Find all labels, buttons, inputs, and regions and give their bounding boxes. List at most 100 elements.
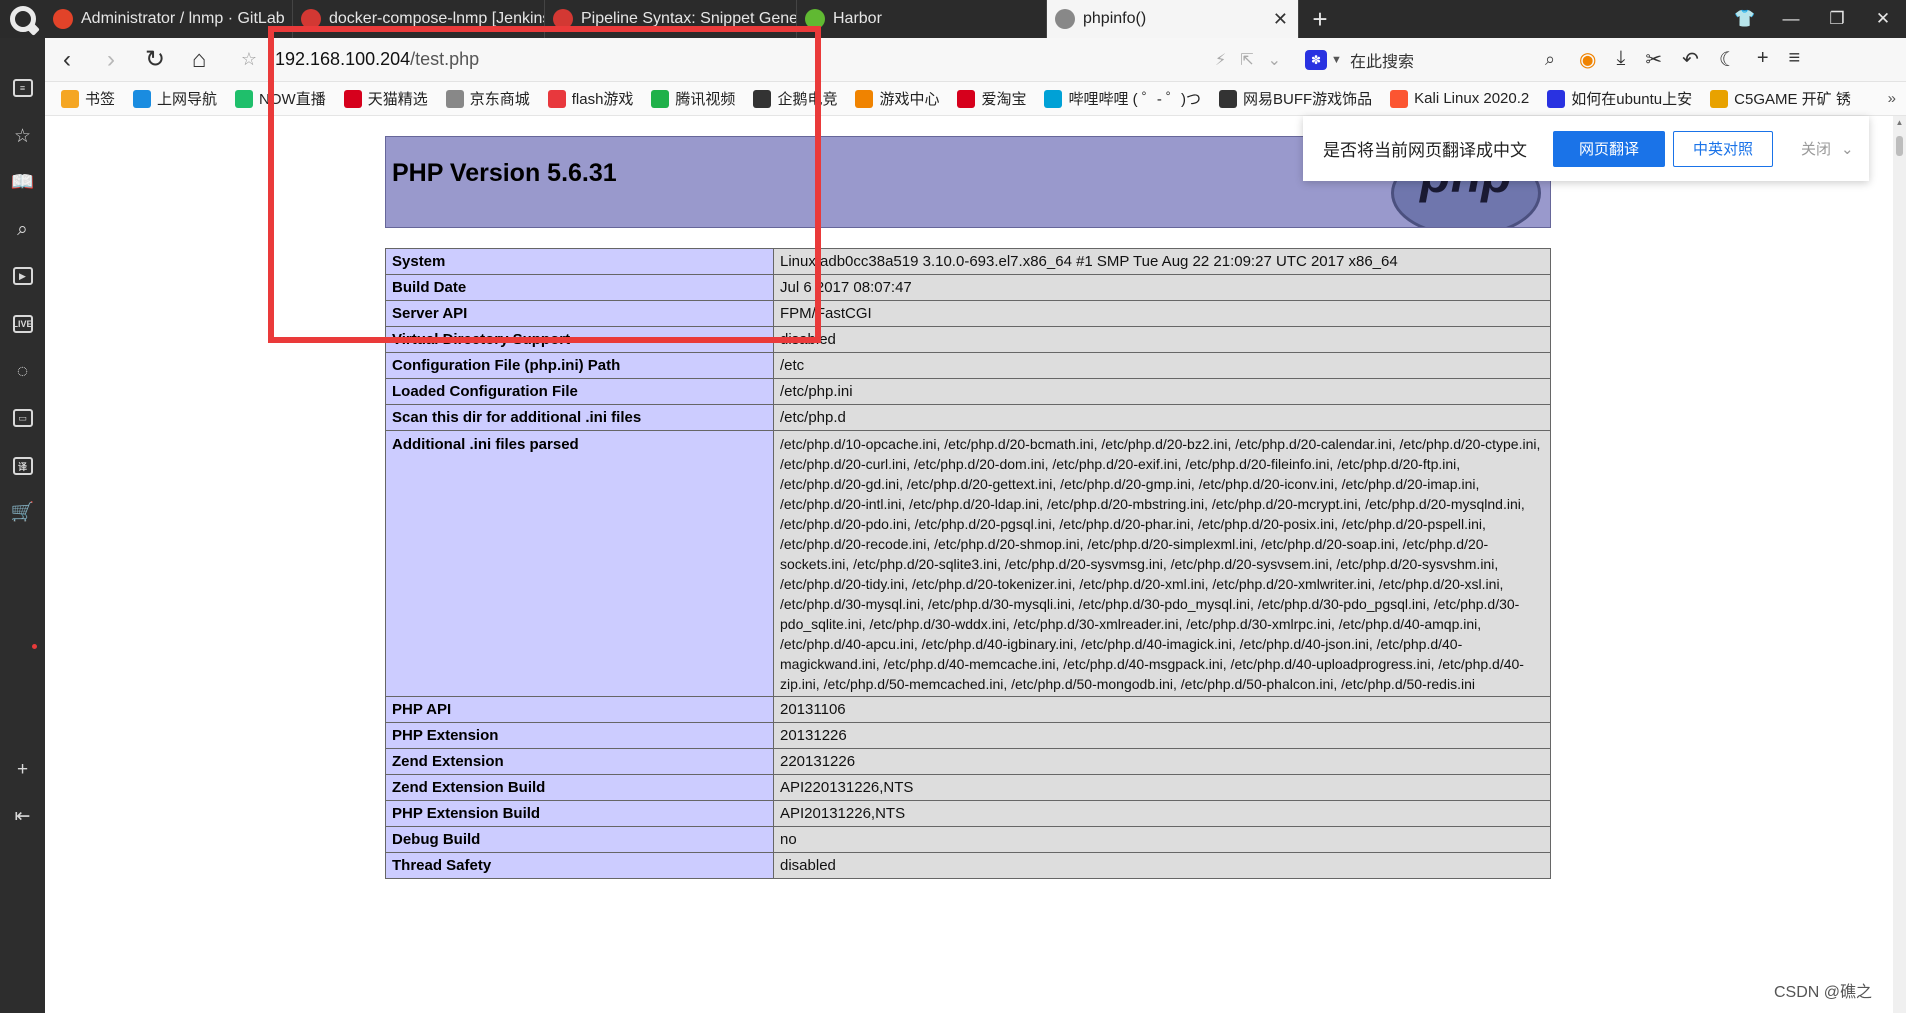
tab-1[interactable]: docker-compose-lnmp [Jenkins]: [293, 0, 545, 38]
sidebar-search-icon[interactable]: ⌕: [0, 214, 45, 246]
search-placeholder: 在此搜索: [1349, 53, 1414, 71]
bookmark-item[interactable]: 天猫精选: [343, 88, 428, 109]
sidebar-add-icon[interactable]: +: [0, 754, 45, 786]
bookmark-label: 哔哩哔哩 ( ゜- ゜)つ: [1068, 91, 1201, 108]
bookmark-item[interactable]: Kali Linux 2020.2: [1390, 88, 1529, 109]
engine-dropdown-icon[interactable]: ▼: [1331, 54, 1342, 66]
row-value: /etc/php.d: [773, 404, 1551, 431]
shirt-skin-icon[interactable]: 👕: [1722, 0, 1768, 38]
table-row: Build Date Jul 6 2017 08:07:47: [385, 274, 1551, 301]
chevron-down-icon[interactable]: ⌄: [1268, 50, 1281, 70]
table-row: Server API FPM/FastCGI: [385, 300, 1551, 327]
row-key: PHP Extension: [385, 722, 774, 749]
row-key: Server API: [385, 300, 774, 327]
game-icon[interactable]: ◉: [1579, 47, 1596, 72]
jenkins-icon: [553, 9, 573, 29]
left-sidebar: ≡ ☆ 📖 ⌕ ▶ LIVE ◌ ▭ 译 🛒 + ⇤: [0, 38, 45, 1013]
bookmark-label: 网易BUFF游戏饰品: [1242, 91, 1373, 108]
page-title: PHP Version 5.6.31: [392, 159, 617, 187]
tab-4[interactable]: phpinfo() ✕: [1047, 0, 1299, 38]
browser-logo-icon[interactable]: [0, 0, 45, 38]
bookmark-item[interactable]: flash游戏: [547, 88, 633, 109]
scroll-up-icon[interactable]: ▲: [1893, 118, 1906, 130]
star-icon: [61, 89, 79, 108]
search-input[interactable]: ✽ ▼ 在此搜索 ⌕: [1305, 48, 1555, 72]
video-icon[interactable]: ▶: [0, 260, 45, 292]
restore-icon[interactable]: ❐: [1814, 0, 1860, 38]
table-row: PHP Extension 20131226: [385, 722, 1551, 749]
table-row: Zend Extension 220131226: [385, 748, 1551, 775]
row-key: Loaded Configuration File: [385, 378, 774, 405]
translate-icon[interactable]: 译: [0, 450, 45, 482]
bookmark-item[interactable]: C5GAME 开矿 锈: [1710, 88, 1851, 109]
night-mode-icon[interactable]: ☾: [1719, 47, 1737, 72]
back-icon[interactable]: ‹: [45, 38, 89, 82]
book-icon[interactable]: 📖: [0, 166, 45, 198]
translate-page-button[interactable]: 网页翻译: [1553, 130, 1665, 167]
bookmark-label: 天猫精选: [367, 91, 428, 108]
row-value: Linux adb0cc38a519 3.10.0-693.el7.x86_64…: [773, 248, 1551, 275]
download-icon[interactable]: ⤓: [1617, 47, 1626, 72]
tab-3[interactable]: Harbor: [797, 0, 1047, 38]
address-input[interactable]: 192.168.100.204/test.php: [275, 49, 1175, 70]
tab-0[interactable]: Administrator / lnmp · GitLab: [45, 0, 293, 38]
share-icon[interactable]: ⇱: [1240, 50, 1253, 70]
bookmark-item[interactable]: 网易BUFF游戏饰品: [1218, 88, 1373, 109]
live-icon[interactable]: LIVE: [0, 308, 45, 340]
close-window-icon[interactable]: ✕: [1860, 0, 1906, 38]
row-value: FPM/FastCGI: [773, 300, 1551, 327]
home-icon[interactable]: ⌂: [177, 38, 221, 82]
screenshot-scissors-icon[interactable]: ✂: [1645, 47, 1662, 72]
toolbar: ◉ ⤓ ✂ ↶ ☾ + ≡: [1579, 47, 1800, 72]
scroll-thumb[interactable]: [1896, 136, 1903, 156]
bookmark-item[interactable]: NOW直播: [235, 88, 326, 109]
bookmark-star-icon[interactable]: ☆: [235, 49, 263, 70]
tab-close-icon[interactable]: ✕: [1273, 9, 1288, 30]
undo-icon[interactable]: ↶: [1682, 47, 1699, 72]
bookmark-item[interactable]: 书签: [61, 88, 115, 109]
bookmark-item[interactable]: 上网导航: [133, 88, 217, 109]
flash-icon: [547, 89, 566, 108]
tencent-video-icon: [651, 89, 670, 108]
navigation-bar: ‹ › ↻ ⌂ ☆ 192.168.100.204/test.php ⚡ ⇱ ⌄…: [45, 38, 1906, 82]
minimize-icon[interactable]: —: [1768, 0, 1814, 38]
add-icon[interactable]: +: [1757, 47, 1769, 72]
page-content: PHP Version 5.6.31 php SystemLinux adb0c…: [45, 116, 1893, 1013]
reload-icon[interactable]: ↻: [133, 38, 177, 82]
row-key: Zend Extension: [385, 748, 774, 775]
table-row: Thread Safety disabled: [385, 852, 1551, 879]
chevron-down-icon[interactable]: ⌄: [1841, 140, 1854, 158]
lightning-icon[interactable]: ⚡: [1215, 50, 1226, 70]
cart-icon[interactable]: 🛒: [0, 496, 45, 528]
bookmark-item[interactable]: 如何在ubuntu上安: [1547, 88, 1692, 109]
bookmark-item[interactable]: 京东商城: [445, 88, 530, 109]
bilingual-button[interactable]: 中英对照: [1673, 130, 1773, 167]
search-icon[interactable]: ⌕: [1545, 49, 1555, 70]
new-tab-button[interactable]: +: [1299, 0, 1341, 38]
collapse-sidebar-icon[interactable]: ⇤: [0, 800, 45, 832]
bookmark-item[interactable]: 腾讯视频: [651, 88, 735, 109]
row-key: PHP API: [385, 696, 774, 723]
close-translate-button[interactable]: 关闭 ⌄: [1801, 138, 1854, 159]
penguin-icon: [753, 89, 772, 108]
table-row: Zend Extension Build API220131226,NTS: [385, 774, 1551, 801]
favorites-star-icon[interactable]: ☆: [0, 120, 45, 152]
phpinfo-table: System Linux adb0cc38a519 3.10.0-693.el7.…: [385, 248, 1551, 879]
menu-icon[interactable]: ≡: [1789, 47, 1801, 72]
bookmark-item[interactable]: 爱淘宝: [957, 88, 1026, 109]
forward-icon[interactable]: ›: [89, 38, 133, 82]
chat-icon[interactable]: ◌: [0, 356, 45, 388]
bookmark-item[interactable]: 哔哩哔哩 ( ゜- ゜)つ: [1044, 88, 1201, 109]
vertical-scrollbar[interactable]: ▲: [1893, 116, 1906, 1013]
bookmark-item[interactable]: 游戏中心: [855, 88, 939, 109]
briefcase-icon[interactable]: ▭: [0, 402, 45, 434]
bookmark-label: 上网导航: [157, 91, 218, 108]
more-bookmarks-icon[interactable]: »: [1888, 90, 1896, 107]
gitlab-icon: [53, 9, 73, 29]
bookmark-label: 游戏中心: [879, 91, 940, 108]
tab-2[interactable]: Pipeline Syntax: Snippet Generator: [545, 0, 797, 38]
baidu-paw-icon[interactable]: ✽: [1305, 49, 1328, 70]
bookmark-item[interactable]: 企鹅电竞: [753, 88, 837, 109]
table-row: Debug Build no: [385, 826, 1551, 853]
reading-list-icon[interactable]: ≡: [0, 72, 45, 104]
